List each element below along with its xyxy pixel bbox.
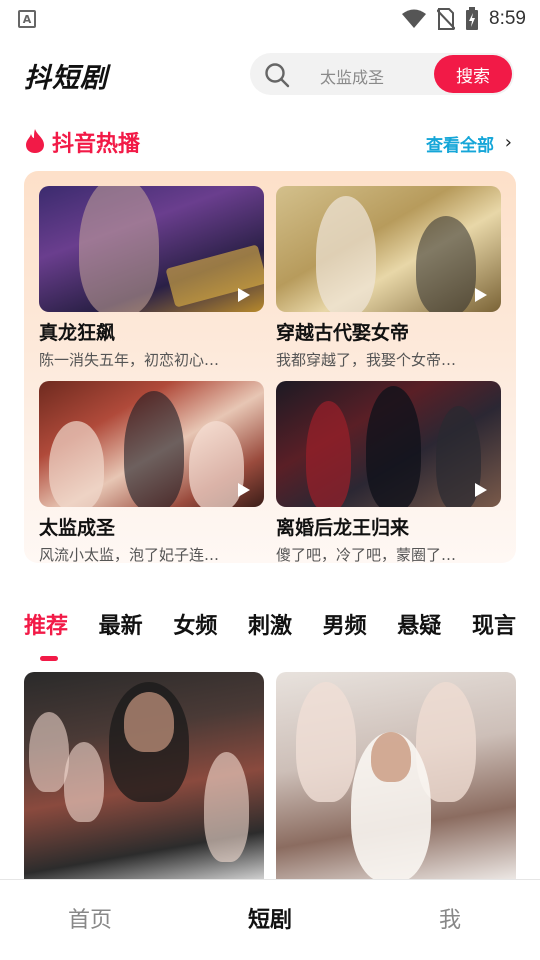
- drama-title: 太监成圣: [39, 517, 116, 539]
- tab-latest[interactable]: 最新: [99, 608, 143, 648]
- battery-charging-icon: [466, 7, 479, 30]
- app-logo: 抖短剧: [24, 63, 108, 94]
- nav-home[interactable]: 首页: [0, 880, 180, 960]
- app-header: 抖短剧 太监成圣 搜索: [0, 50, 540, 98]
- drama-card[interactable]: 真龙狂飙 陈一消失五年，初恋初心…: [39, 186, 264, 370]
- feed-card[interactable]: [24, 672, 264, 882]
- play-icon: [475, 288, 487, 302]
- play-icon: [238, 483, 250, 497]
- nav-me[interactable]: 我: [360, 880, 540, 960]
- nav-short-drama[interactable]: 短剧: [180, 880, 360, 960]
- no-sim-icon: [437, 8, 456, 30]
- bottom-nav: 首页 短剧 我: [0, 879, 540, 960]
- tab-exciting[interactable]: 刺激: [248, 608, 292, 648]
- drama-thumbnail[interactable]: [39, 381, 264, 507]
- section-title: 抖音热播: [52, 132, 141, 157]
- drama-title: 穿越古代娶女帝: [276, 322, 410, 344]
- play-icon: [238, 288, 250, 302]
- tab-recommended[interactable]: 推荐: [24, 608, 68, 648]
- drama-card[interactable]: 穿越古代娶女帝 我都穿越了，我娶个女帝…: [276, 186, 501, 370]
- clock: 8:59: [489, 8, 526, 29]
- hot-panel: 真龙狂飙 陈一消失五年，初恋初心… 穿越古代娶女帝 我都穿越了，我娶个女帝… 太…: [24, 171, 516, 563]
- tab-suspense[interactable]: 悬疑: [397, 608, 441, 648]
- drama-thumbnail[interactable]: [276, 381, 501, 507]
- drama-thumbnail[interactable]: [276, 186, 501, 312]
- feed-card[interactable]: [276, 672, 516, 882]
- wifi-icon: [402, 9, 427, 28]
- hot-section-header: 抖音热播 查看全部 ›: [24, 124, 516, 160]
- fire-icon: [26, 129, 44, 153]
- drama-card[interactable]: 离婚后龙王归来 傻了吧，冷了吧，蒙圈了…: [276, 381, 501, 563]
- play-icon: [475, 483, 487, 497]
- search-input[interactable]: 太监成圣: [320, 64, 384, 88]
- drama-description: 陈一消失五年，初恋初心…: [39, 351, 220, 369]
- drama-description: 傻了吧，冷了吧，蒙圈了…: [276, 546, 457, 563]
- view-all-link[interactable]: 查看全部: [426, 131, 494, 156]
- drama-description: 我都穿越了，我娶个女帝…: [276, 351, 457, 369]
- search-button[interactable]: 搜索: [434, 55, 512, 93]
- category-tabs: 推荐 最新 女频 刺激 男频 悬疑 现言: [24, 608, 516, 648]
- tab-indicator: [40, 656, 58, 661]
- notification-icon: A: [18, 10, 36, 28]
- drama-title: 离婚后龙王归来: [276, 517, 410, 539]
- tab-modern-romance[interactable]: 现言: [472, 608, 516, 648]
- status-bar: A 8:59: [0, 0, 540, 38]
- tab-female[interactable]: 女频: [173, 608, 217, 648]
- search-bar[interactable]: 太监成圣 搜索: [250, 53, 514, 95]
- search-icon: [265, 63, 290, 88]
- drama-title: 真龙狂飙: [39, 322, 116, 344]
- chevron-right-icon[interactable]: ›: [505, 132, 512, 153]
- drama-thumbnail[interactable]: [39, 186, 264, 312]
- drama-card[interactable]: 太监成圣 风流小太监，泡了妃子连…: [39, 381, 264, 563]
- tab-male[interactable]: 男频: [323, 608, 367, 648]
- drama-description: 风流小太监，泡了妃子连…: [39, 546, 220, 563]
- status-icons: 8:59: [401, 7, 526, 31]
